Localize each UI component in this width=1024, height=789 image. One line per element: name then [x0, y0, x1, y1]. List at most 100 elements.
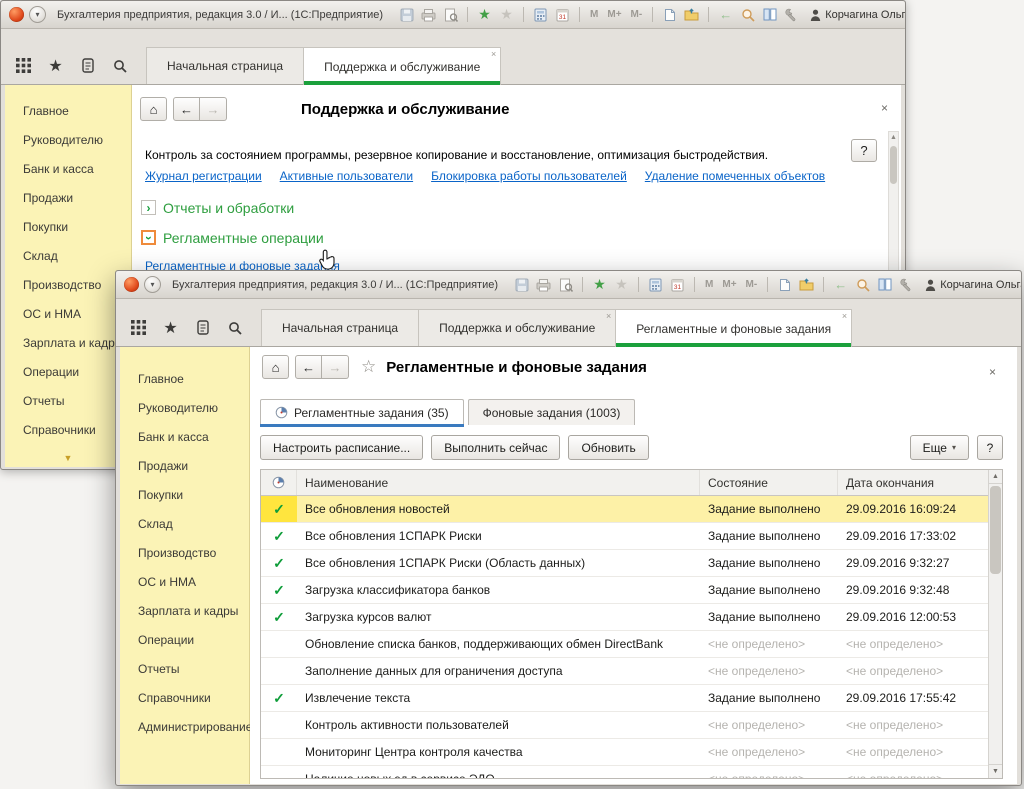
- service-wrench-icon[interactable]: [783, 6, 800, 23]
- sidebar-item[interactable]: Продажи: [5, 184, 131, 213]
- find-icon[interactable]: [854, 276, 871, 293]
- table-row[interactable]: Контроль активности пользователей<не опр…: [261, 712, 988, 739]
- back-button[interactable]: ←: [295, 355, 322, 379]
- find-icon[interactable]: [739, 6, 756, 23]
- history-icon[interactable]: [79, 57, 96, 74]
- window-tab[interactable]: Начальная страница: [261, 309, 419, 346]
- sidebar-item[interactable]: Отчеты: [120, 655, 249, 684]
- scrollbar-thumb[interactable]: [990, 486, 1001, 574]
- favorites-star-icon[interactable]: ★: [47, 57, 64, 74]
- search-icon[interactable]: [111, 57, 128, 74]
- table-scrollbar[interactable]: ▲ ▼: [988, 470, 1002, 778]
- toolbar-button[interactable]: Настроить расписание...: [260, 435, 423, 460]
- tab-close-icon[interactable]: ×: [491, 50, 496, 59]
- open-document-icon[interactable]: [683, 6, 700, 23]
- 1c-logo-icon[interactable]: [9, 7, 24, 22]
- sidebar-item[interactable]: Банк и касса: [5, 155, 131, 184]
- section-toggle[interactable]: ›: [141, 230, 156, 245]
- sidebar-item[interactable]: Производство: [120, 539, 249, 568]
- column-header[interactable]: Дата окончания: [838, 470, 988, 495]
- add-to-favorites-icon[interactable]: ★: [591, 276, 608, 293]
- calculator-icon[interactable]: [532, 6, 549, 23]
- print-icon[interactable]: [535, 276, 552, 293]
- undo-icon[interactable]: ←: [717, 6, 734, 23]
- current-user[interactable]: Корчагина Ольга: [810, 9, 905, 21]
- memory-button[interactable]: M: [588, 9, 600, 20]
- 1c-logo-icon[interactable]: [124, 277, 139, 292]
- memory-button[interactable]: M-: [629, 9, 645, 20]
- close-page-icon[interactable]: ×: [989, 366, 996, 378]
- forward-button[interactable]: →: [200, 97, 227, 121]
- print-preview-icon[interactable]: [557, 276, 574, 293]
- view-tab[interactable]: Регламентные задания (35): [260, 399, 464, 425]
- scroll-down-icon[interactable]: ▼: [989, 764, 1002, 778]
- column-header[interactable]: [261, 470, 297, 495]
- sidebar-item[interactable]: Зарплата и кадры: [5, 329, 131, 358]
- sidebar-item[interactable]: Банк и касса: [120, 423, 249, 452]
- sidebar-item[interactable]: Отчеты: [5, 387, 131, 416]
- calendar-icon[interactable]: 31: [669, 276, 686, 293]
- sidebar-item[interactable]: Администрирование: [120, 713, 249, 742]
- sidebar-item[interactable]: Операции: [5, 358, 131, 387]
- section-title[interactable]: Отчеты и обработки: [163, 200, 294, 216]
- sidebar-item[interactable]: Главное: [120, 365, 249, 394]
- view-tab[interactable]: Фоновые задания (1003): [468, 399, 636, 425]
- tab-close-icon[interactable]: ×: [842, 312, 847, 321]
- window-tab[interactable]: Регламентные и фоновые задания×: [615, 309, 852, 347]
- tab-close-icon[interactable]: ×: [606, 312, 611, 321]
- sidebar-item[interactable]: Продажи: [120, 452, 249, 481]
- main-menu-icon[interactable]: ▾: [144, 276, 161, 293]
- table-row[interactable]: ✓Все обновления 1СПАРК Риски (Область да…: [261, 550, 988, 577]
- sidebar-more-icon[interactable]: ▼: [5, 453, 131, 463]
- command-link[interactable]: Удаление помеченных объектов: [645, 169, 825, 183]
- help-button[interactable]: ?: [851, 139, 877, 162]
- scrollbar-thumb[interactable]: [890, 146, 897, 184]
- memory-button[interactable]: M+: [720, 279, 738, 290]
- table-row[interactable]: ✓Извлечение текстаЗадание выполнено29.09…: [261, 685, 988, 712]
- home-button[interactable]: ⌂: [140, 97, 167, 121]
- new-document-icon[interactable]: [661, 6, 678, 23]
- forward-button[interactable]: →: [322, 355, 349, 379]
- sidebar-item[interactable]: Руководителю: [120, 394, 249, 423]
- service-wrench-icon[interactable]: [898, 276, 915, 293]
- table-row[interactable]: ✓Загрузка курсов валютЗадание выполнено2…: [261, 604, 988, 631]
- table-row[interactable]: ✓Загрузка классификатора банковЗадание в…: [261, 577, 988, 604]
- sidebar-item[interactable]: Операции: [120, 626, 249, 655]
- undo-icon[interactable]: ←: [832, 276, 849, 293]
- window-tab[interactable]: Начальная страница: [146, 47, 304, 84]
- calendar-icon[interactable]: 31: [554, 6, 571, 23]
- current-user[interactable]: Корчагина Ольга: [925, 279, 1021, 291]
- favorites-icon[interactable]: ★: [498, 6, 515, 23]
- save-icon[interactable]: [513, 276, 530, 293]
- home-button[interactable]: ⌂: [262, 355, 289, 379]
- more-button[interactable]: Еще ▾: [910, 435, 969, 460]
- memory-button[interactable]: M-: [744, 279, 760, 290]
- scroll-up-icon[interactable]: ▲: [889, 132, 898, 144]
- memory-button[interactable]: M: [703, 279, 715, 290]
- command-link[interactable]: Журнал регистрации: [145, 169, 262, 183]
- favorites-icon[interactable]: ★: [613, 276, 630, 293]
- favorite-star-icon[interactable]: ☆: [361, 357, 376, 377]
- table-row[interactable]: Заполнение данных для ограничения доступ…: [261, 658, 988, 685]
- toolbar-button[interactable]: Выполнить сейчас: [431, 435, 560, 460]
- table-row[interactable]: ✓Все обновления 1СПАРК РискиЗадание выпо…: [261, 523, 988, 550]
- sidebar-item[interactable]: ОС и НМА: [5, 300, 131, 329]
- sidebar-item[interactable]: Главное: [5, 97, 131, 126]
- column-header[interactable]: Состояние: [700, 470, 838, 495]
- sidebar-item[interactable]: Справочники: [5, 416, 131, 445]
- history-icon[interactable]: [194, 319, 211, 336]
- save-icon[interactable]: [398, 6, 415, 23]
- window-tab[interactable]: Поддержка и обслуживание×: [303, 47, 501, 85]
- print-icon[interactable]: [420, 6, 437, 23]
- sidebar-item[interactable]: Производство: [5, 271, 131, 300]
- table-row[interactable]: Обновление списка банков, поддерживающих…: [261, 631, 988, 658]
- memory-button[interactable]: M+: [605, 9, 623, 20]
- toolbar-button[interactable]: Обновить: [568, 435, 648, 460]
- column-header[interactable]: Наименование: [297, 470, 700, 495]
- table-row[interactable]: Наличие новых эд в сервисе ЭДО<не опреде…: [261, 766, 988, 778]
- sidebar-item[interactable]: Покупки: [120, 481, 249, 510]
- sidebar-item[interactable]: Склад: [120, 510, 249, 539]
- split-window-icon[interactable]: [761, 6, 778, 23]
- add-to-favorites-icon[interactable]: ★: [476, 6, 493, 23]
- command-link[interactable]: Блокировка работы пользователей: [431, 169, 627, 183]
